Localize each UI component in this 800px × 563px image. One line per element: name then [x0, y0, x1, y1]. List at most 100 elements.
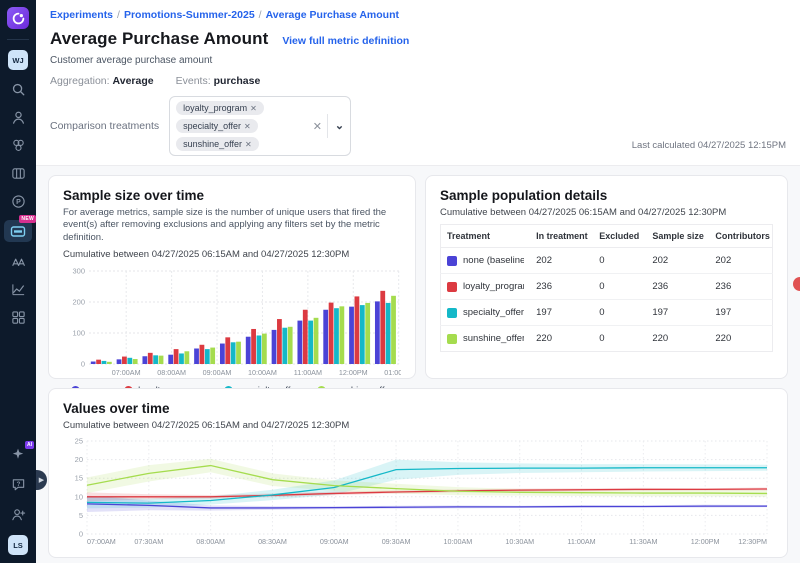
table-header: In treatment: [530, 225, 593, 248]
page-title: Average Purchase Amount: [50, 29, 268, 49]
svg-text:09:30AM: 09:30AM: [382, 537, 411, 546]
table-cell: 0: [593, 248, 646, 274]
table-cell: 0: [593, 326, 646, 352]
treatment-chip-label: sunshine_offer: [183, 139, 242, 149]
breadcrumb-separator: /: [259, 9, 262, 21]
sample-size-card: Sample size over time For average metric…: [48, 175, 416, 379]
svg-text:12:00PM: 12:00PM: [691, 537, 720, 546]
values-line-chart: 051015202507:00AM07:30AM08:00AM08:30AM09…: [63, 437, 771, 547]
treatment-name: specialty_offer: [463, 307, 524, 318]
svg-text:300: 300: [72, 267, 85, 276]
svg-text:11:00AM: 11:00AM: [294, 368, 322, 377]
svg-text:25: 25: [75, 437, 83, 446]
users-icon[interactable]: [8, 108, 28, 126]
new-badge: NEW: [19, 215, 36, 223]
svg-text:07:00AM: 07:00AM: [87, 537, 116, 546]
treatment-color-swatch: [447, 308, 457, 318]
ai-assistant-icon[interactable]: AI: [8, 445, 28, 463]
breadcrumb[interactable]: Experiments/Promotions-Summer-2025/Avera…: [50, 9, 786, 21]
chevron-down-icon[interactable]: ⌄: [335, 123, 344, 130]
experiments-icon[interactable]: [8, 252, 28, 270]
table-header: Excluded: [593, 225, 646, 248]
svg-text:10:00AM: 10:00AM: [444, 537, 473, 546]
table-cell: 220: [646, 326, 709, 352]
aggregation-label: Aggregation:: [50, 75, 110, 87]
table-row: none (baseline)2020202202: [441, 248, 773, 274]
user-avatar[interactable]: LS: [8, 535, 28, 555]
table-cell: 0: [593, 274, 646, 300]
treatment-chip-label: specialty_offer: [183, 121, 241, 131]
svg-text:20: 20: [75, 455, 83, 464]
view-metric-definition-link[interactable]: View full metric definition: [282, 35, 409, 47]
chip-remove-icon[interactable]: ✕: [250, 104, 257, 113]
treatment-color-swatch: [447, 282, 457, 292]
chip-remove-icon[interactable]: ✕: [245, 140, 252, 149]
columns-icon[interactable]: [8, 164, 28, 182]
apps-grid-icon[interactable]: [8, 308, 28, 326]
sample-size-description: For average metrics, sample size is the …: [63, 207, 401, 244]
svg-text:11:30AM: 11:30AM: [629, 537, 657, 546]
line-chart-icon[interactable]: [8, 280, 28, 298]
pulse-icon[interactable]: P: [8, 192, 28, 210]
content-area: Sample size over time For average metric…: [36, 166, 800, 563]
breadcrumb-item[interactable]: Average Purchase Amount: [266, 9, 399, 21]
svg-text:10:30AM: 10:30AM: [505, 537, 534, 546]
table-cell: 236: [709, 274, 772, 300]
statsig-logo-icon[interactable]: [7, 7, 29, 29]
select-divider: [327, 114, 328, 138]
chip-remove-icon[interactable]: ✕: [244, 122, 251, 131]
clear-all-icon[interactable]: ✕: [313, 120, 322, 133]
breadcrumb-item[interactable]: Promotions-Summer-2025: [124, 9, 255, 21]
treatment-chip[interactable]: specialty_offer✕: [176, 119, 258, 133]
treatment-chip-label: loyalty_program: [183, 103, 247, 113]
svg-text:08:30AM: 08:30AM: [258, 537, 287, 546]
svg-text:09:00AM: 09:00AM: [203, 368, 232, 377]
svg-text:?: ?: [16, 481, 20, 488]
svg-text:200: 200: [72, 298, 85, 307]
table-row: loyalty_program2360236236: [441, 274, 773, 300]
values-over-time-card: Values over time Cumulative between 04/2…: [48, 388, 788, 558]
svg-text:P: P: [16, 199, 21, 206]
table-cell: 202: [709, 248, 772, 274]
table-cell: 0: [593, 300, 646, 326]
svg-text:08:00AM: 08:00AM: [196, 537, 225, 546]
treatment-color-swatch: [447, 256, 457, 266]
table-cell: 202: [530, 248, 593, 274]
treatment-name: none (baseline): [463, 255, 524, 266]
invite-user-icon[interactable]: [8, 505, 28, 523]
sidebar-item-metrics-active[interactable]: NEW: [4, 220, 32, 242]
table-cell: 197: [530, 300, 593, 326]
svg-text:12:00PM: 12:00PM: [339, 368, 368, 377]
comparison-treatments-label: Comparison treatments: [50, 120, 159, 132]
floating-alert-dot[interactable]: [793, 277, 800, 291]
svg-text:0: 0: [79, 530, 83, 539]
workspace-avatar[interactable]: WJ: [8, 50, 28, 70]
last-calculated-text: Last calculated 04/27/2025 12:15PM: [632, 140, 786, 151]
ai-badge: AI: [25, 441, 34, 449]
table-cell: 220: [709, 326, 772, 352]
treatment-chip[interactable]: sunshine_offer✕: [176, 137, 259, 151]
help-chat-icon[interactable]: ?: [8, 475, 28, 493]
treatment-select[interactable]: loyalty_program✕specialty_offer✕sunshine…: [169, 96, 351, 156]
search-icon[interactable]: [8, 80, 28, 98]
population-card: Sample population details Cumulative bet…: [425, 175, 788, 379]
table-cell: 236: [646, 274, 709, 300]
svg-text:15: 15: [75, 474, 83, 483]
svg-text:09:00AM: 09:00AM: [320, 537, 349, 546]
events-value: purchase: [214, 75, 261, 87]
sidebar: WJ P NEW AI ? LS: [0, 0, 36, 563]
svg-text:07:00AM: 07:00AM: [112, 368, 141, 377]
table-cell: 236: [530, 274, 593, 300]
sidebar-divider: [7, 39, 29, 40]
svg-text:10:00AM: 10:00AM: [248, 368, 277, 377]
svg-text:12:30PM: 12:30PM: [738, 537, 767, 546]
treatment-color-swatch: [447, 334, 457, 344]
page-header: Experiments/Promotions-Summer-2025/Avera…: [36, 0, 800, 166]
sample-size-cumulative: Cumulative between 04/27/2025 06:15AM an…: [63, 249, 401, 260]
svg-text:01:00PM: 01:00PM: [384, 368, 401, 377]
table-cell: 197: [709, 300, 772, 326]
table-header: Treatment: [441, 225, 531, 248]
segments-icon[interactable]: [8, 136, 28, 154]
breadcrumb-item[interactable]: Experiments: [50, 9, 113, 21]
treatment-chip[interactable]: loyalty_program✕: [176, 101, 264, 115]
